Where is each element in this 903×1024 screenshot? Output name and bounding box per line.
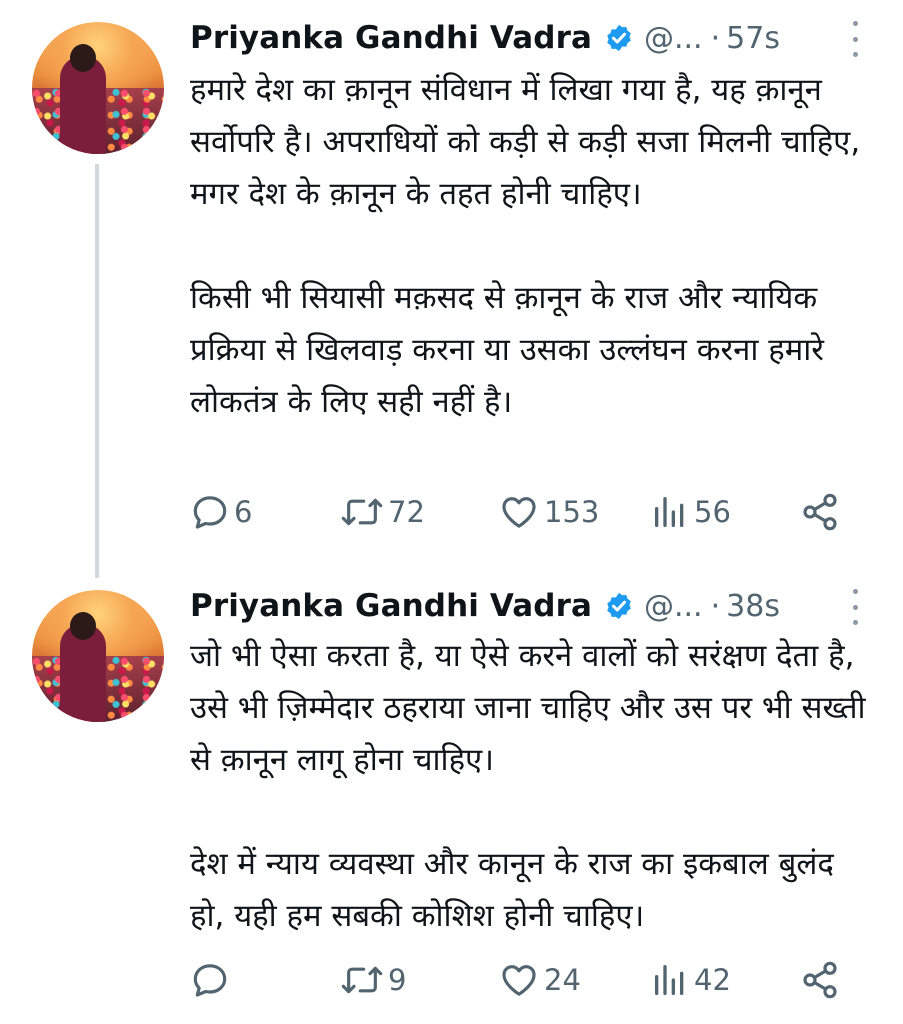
tweet-timestamp[interactable]: 38s <box>726 589 780 624</box>
heart-icon <box>502 497 536 528</box>
tweet-header: Priyanka Gandhi Vadra @... · 57s <box>190 16 780 60</box>
like-button[interactable]: 24 <box>498 956 581 1004</box>
verified-badge-icon <box>607 24 631 52</box>
tweet-actions: 9 24 42 <box>190 956 850 1004</box>
author-name[interactable]: Priyanka Gandhi Vadra <box>190 588 592 624</box>
meta-separator: · <box>710 588 721 624</box>
more-options-icon[interactable] <box>851 21 859 57</box>
reply-button[interactable] <box>190 956 234 1004</box>
author-handle[interactable]: @... <box>644 21 703 56</box>
retweet-icon <box>341 498 383 526</box>
tweet-text: जो भी ऐसा करता है, या ऐसे करने वालों को … <box>190 630 870 942</box>
retweet-count: 72 <box>388 495 425 529</box>
share-button[interactable] <box>800 956 840 1004</box>
views-button[interactable]: 56 <box>650 488 731 536</box>
tweet-paragraph: किसी भी सियासी मक़सद से क़ानून के राज और… <box>190 280 824 420</box>
share-icon <box>803 493 837 531</box>
reply-button[interactable]: 6 <box>190 488 252 536</box>
retweet-count: 9 <box>388 963 407 997</box>
retweet-button[interactable]: 9 <box>340 956 406 1004</box>
views-icon <box>655 965 684 995</box>
tweet-actions: 6 72 153 56 <box>190 488 850 536</box>
verified-badge-icon <box>607 592 631 620</box>
tweet-paragraph: हमारे देश का क़ानून संविधान में लिखा गया… <box>190 72 861 212</box>
tweet-paragraph: जो भी ऐसा करता है, या ऐसे करने वालों को … <box>190 638 866 778</box>
tweet-timestamp[interactable]: 57s <box>726 21 780 56</box>
avatar-head-image <box>70 612 96 640</box>
share-icon <box>803 961 837 999</box>
views-icon <box>655 497 684 527</box>
reply-icon <box>193 496 227 529</box>
share-button[interactable] <box>800 488 840 536</box>
author-avatar[interactable] <box>32 590 164 722</box>
views-button[interactable]: 42 <box>650 956 731 1004</box>
reply-count: 6 <box>234 495 253 529</box>
tweet-header: Priyanka Gandhi Vadra @... · 38s <box>190 584 780 628</box>
retweet-button[interactable]: 72 <box>340 488 425 536</box>
heart-icon <box>502 965 536 996</box>
author-handle[interactable]: @... <box>644 589 703 624</box>
author-avatar[interactable] <box>32 22 164 154</box>
retweet-icon <box>341 966 383 994</box>
tweet-text: हमारे देश का क़ानून संविधान में लिखा गया… <box>190 64 870 428</box>
reply-icon <box>193 964 227 997</box>
view-count: 42 <box>694 963 731 997</box>
avatar-head-image <box>70 44 96 72</box>
author-name[interactable]: Priyanka Gandhi Vadra <box>190 20 592 56</box>
like-button[interactable]: 153 <box>498 488 599 536</box>
tweet-paragraph: देश में न्याय व्यवस्था और कानून के राज क… <box>190 846 834 934</box>
tweet-1[interactable]: Priyanka Gandhi Vadra @... · 57s हमारे द… <box>0 0 903 580</box>
tweet-2[interactable]: Priyanka Gandhi Vadra @... · 38s जो भी ऐ… <box>0 580 903 1024</box>
view-count: 56 <box>694 495 731 529</box>
like-count: 24 <box>544 963 581 997</box>
like-count: 153 <box>544 495 600 529</box>
more-options-icon[interactable] <box>851 589 859 625</box>
thread-connector-line <box>95 164 99 578</box>
meta-separator: · <box>710 20 721 56</box>
